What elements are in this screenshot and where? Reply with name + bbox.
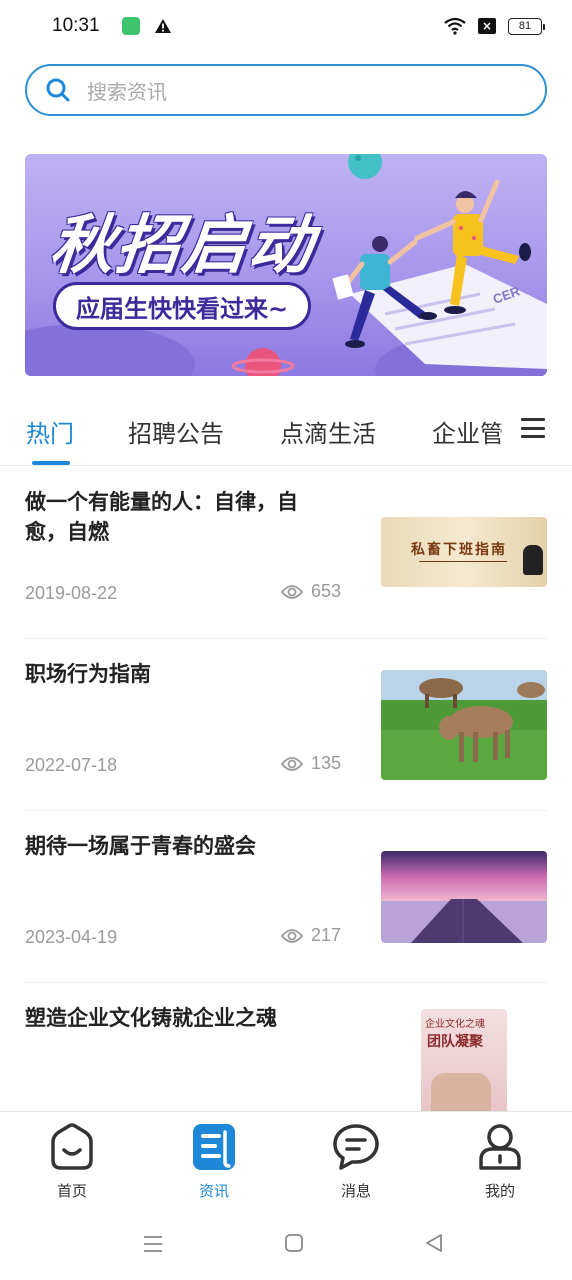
banner-subtitle: 应届生快快看过来~ bbox=[76, 294, 289, 323]
nav-messages[interactable]: 消息 bbox=[306, 1122, 406, 1212]
status-right-icons: × 81 bbox=[444, 17, 545, 35]
tab-enterprise[interactable]: 企业管 bbox=[432, 414, 504, 449]
nav-label: 首页 bbox=[56, 1182, 87, 1200]
news-thumbnail: 私畜下班指南 bbox=[381, 517, 547, 587]
thumbnail-top-text: 企业文化之魂 bbox=[425, 1019, 485, 1030]
system-nav-bar bbox=[0, 1211, 572, 1280]
raised-fists bbox=[431, 1073, 491, 1113]
news-thumbnail bbox=[381, 851, 547, 943]
banner-subtitle-pill: 应届生快快看过来~ bbox=[53, 282, 312, 330]
nav-news[interactable]: 资讯 bbox=[164, 1122, 264, 1212]
nav-label: 我的 bbox=[484, 1182, 515, 1200]
system-menu-icon[interactable] bbox=[142, 1233, 164, 1255]
views-count: 217 bbox=[311, 925, 342, 945]
nav-label: 资讯 bbox=[198, 1182, 229, 1200]
app-notification-icon bbox=[121, 17, 140, 35]
news-date: 2023-04-19 bbox=[25, 927, 118, 947]
tab-recruitment[interactable]: 招聘公告 bbox=[128, 414, 224, 449]
cat-figure bbox=[523, 545, 543, 575]
thumbnail-title: 私畜下班指南 bbox=[411, 542, 507, 558]
news-date: 2019-08-22 bbox=[25, 583, 118, 603]
news-title: 塑造企业文化铸就企业之魂 bbox=[25, 1006, 277, 1030]
news-thumbnail: 企业文化之魂 团队凝聚 bbox=[421, 1009, 507, 1119]
battery-icon: 81 bbox=[508, 17, 545, 35]
views-count: 653 bbox=[311, 581, 342, 601]
home-icon bbox=[51, 1123, 93, 1170]
search-placeholder: 搜索资讯 bbox=[87, 79, 167, 104]
news-item[interactable]: 职场行为指南 2022-07-18 135 bbox=[25, 639, 547, 811]
views-count: 135 bbox=[311, 753, 342, 773]
warning-icon bbox=[154, 19, 171, 33]
thumbnail-title: 团队凝聚 bbox=[427, 1034, 483, 1050]
eye-icon bbox=[281, 928, 303, 943]
system-back-icon[interactable] bbox=[424, 1233, 444, 1253]
active-tab-indicator bbox=[32, 461, 70, 465]
news-views: 217 bbox=[281, 925, 341, 946]
news-views: 135 bbox=[281, 753, 341, 774]
banner-title: 秋招启动 bbox=[46, 209, 319, 283]
nav-profile[interactable]: 我的 bbox=[450, 1122, 550, 1212]
category-tabs: 热门 招聘公告 点滴生活 企业管 bbox=[0, 400, 572, 466]
message-icon bbox=[333, 1124, 379, 1170]
status-time: 10:31 bbox=[52, 15, 100, 36]
promo-banner[interactable]: CER 秋招启动 应届生快快看过来~ bbox=[25, 154, 547, 376]
news-item[interactable]: 期待一场属于青春的盛会 2023-04-19 217 bbox=[25, 811, 547, 983]
battery-level: 81 bbox=[518, 20, 532, 32]
profile-icon bbox=[479, 1124, 521, 1170]
news-item[interactable]: 做一个有能量的人：自律，自愈，自燃 2019-08-22 653 私畜下班指南 bbox=[25, 467, 547, 639]
eye-icon bbox=[281, 584, 303, 599]
tab-hot[interactable]: 热门 bbox=[26, 414, 74, 449]
bottom-nav: 首页 资讯 消息 我的 bbox=[0, 1111, 572, 1211]
sim-off-icon: × bbox=[478, 18, 496, 34]
status-bar: 10:31 × 81 bbox=[0, 0, 572, 52]
menu-icon[interactable] bbox=[521, 416, 545, 440]
news-title: 职场行为指南 bbox=[25, 662, 151, 686]
news-title: 做一个有能量的人：自律，自愈，自燃 bbox=[25, 490, 298, 544]
tab-life[interactable]: 点滴生活 bbox=[280, 414, 376, 449]
wifi-icon bbox=[444, 17, 466, 35]
news-views: 653 bbox=[281, 581, 341, 602]
news-date: 2022-07-18 bbox=[25, 755, 118, 775]
system-home-icon[interactable] bbox=[284, 1233, 304, 1253]
news-icon bbox=[193, 1124, 235, 1170]
search-input[interactable]: 搜索资讯 bbox=[25, 64, 547, 116]
eye-icon bbox=[281, 756, 303, 771]
status-left-icons bbox=[121, 17, 172, 35]
news-title: 期待一场属于青春的盛会 bbox=[25, 834, 256, 858]
nav-label: 消息 bbox=[340, 1182, 371, 1200]
search-icon bbox=[46, 78, 70, 102]
nav-home[interactable]: 首页 bbox=[22, 1122, 122, 1212]
news-thumbnail bbox=[381, 670, 547, 780]
